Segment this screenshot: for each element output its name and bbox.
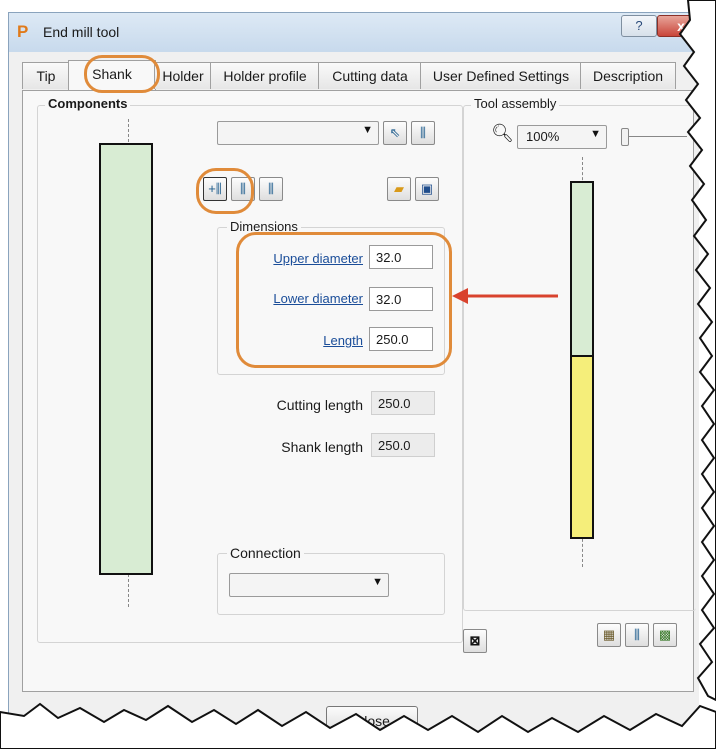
frame-icon[interactable]: ⊠	[463, 629, 487, 653]
components-group-label: Components	[45, 96, 131, 111]
assembly-tip-part[interactable]	[570, 355, 594, 539]
tab-tip[interactable]: Tip	[22, 62, 70, 89]
tab-user-defined-settings[interactable]: User Defined Settings	[420, 62, 582, 89]
close-button[interactable]: Close	[326, 706, 418, 736]
assembly-icon-3[interactable]: ▩	[653, 623, 677, 647]
zoom-value: 100%	[526, 129, 560, 144]
tab-shank[interactable]: Shank	[68, 60, 156, 91]
save-icon[interactable]: ▣	[415, 177, 439, 201]
cutting-length-value: 250.0	[371, 391, 435, 415]
zoom-slider-track[interactable]	[627, 136, 687, 137]
length-link[interactable]: Length	[231, 333, 363, 348]
upper-diameter-link[interactable]: Upper diameter	[231, 251, 363, 266]
window-close-button[interactable]: x	[657, 15, 705, 37]
end-mill-tool-window: P End mill tool ? x Tip Shank Holder Hol…	[0, 0, 716, 749]
callout-arrow	[452, 288, 558, 304]
tool-icon[interactable]: ⫼	[411, 121, 435, 145]
shank-tab-panel: Components ▼ ⇖ ⫼ +⫼ ⫼ ⫼ ▰ ▣ Dimensions U…	[22, 90, 696, 692]
tool-assembly-group-label: Tool assembly	[471, 96, 560, 111]
assembly-shank-part[interactable]	[570, 181, 594, 357]
open-folder-icon[interactable]: ▰	[387, 177, 411, 201]
connection-select[interactable]: ▼	[229, 573, 389, 597]
chevron-down-icon: ▼	[372, 576, 383, 588]
connection-group-label: Connection	[227, 545, 304, 561]
tab-holder[interactable]: Holder	[154, 62, 212, 89]
zoom-select[interactable]: 100% ▼	[517, 125, 607, 149]
add-shank-icon[interactable]: +⫼	[203, 177, 227, 201]
title-bar: P End mill tool ? x	[8, 12, 705, 53]
lower-diameter-field[interactable]: 32.0	[369, 287, 433, 311]
shank-icon[interactable]: ⫼	[231, 177, 255, 201]
chevron-down-icon: ▼	[590, 128, 601, 140]
zoom-slider-thumb[interactable]	[621, 128, 629, 146]
tab-cutting-data[interactable]: Cutting data	[318, 62, 422, 89]
magnifier-icon: 🔍︎	[491, 123, 514, 143]
select-icon[interactable]: ⇖	[383, 121, 407, 145]
app-p-icon: P	[17, 22, 29, 41]
help-button[interactable]: ?	[621, 15, 657, 37]
window-title: End mill tool	[43, 24, 120, 40]
upper-diameter-field[interactable]: 32.0	[369, 245, 433, 269]
tab-description[interactable]: Description	[580, 62, 676, 89]
shank-length-label: Shank length	[281, 439, 363, 455]
shank-alt-icon[interactable]: ⫼	[259, 177, 283, 201]
callout-arrow-head	[452, 288, 468, 304]
shank-preview[interactable]	[99, 143, 153, 575]
dimensions-group-label: Dimensions	[227, 219, 301, 234]
assembly-icon-2[interactable]: ⫼	[625, 623, 649, 647]
component-select[interactable]: ▼	[217, 121, 379, 145]
assembly-icon-1[interactable]: ▦	[597, 623, 621, 647]
cutting-length-label: Cutting length	[276, 397, 363, 413]
shank-length-value: 250.0	[371, 433, 435, 457]
length-field[interactable]: 250.0	[369, 327, 433, 351]
chevron-down-icon: ▼	[362, 124, 373, 136]
tab-holder-profile[interactable]: Holder profile	[210, 62, 320, 89]
lower-diameter-link[interactable]: Lower diameter	[231, 291, 363, 306]
